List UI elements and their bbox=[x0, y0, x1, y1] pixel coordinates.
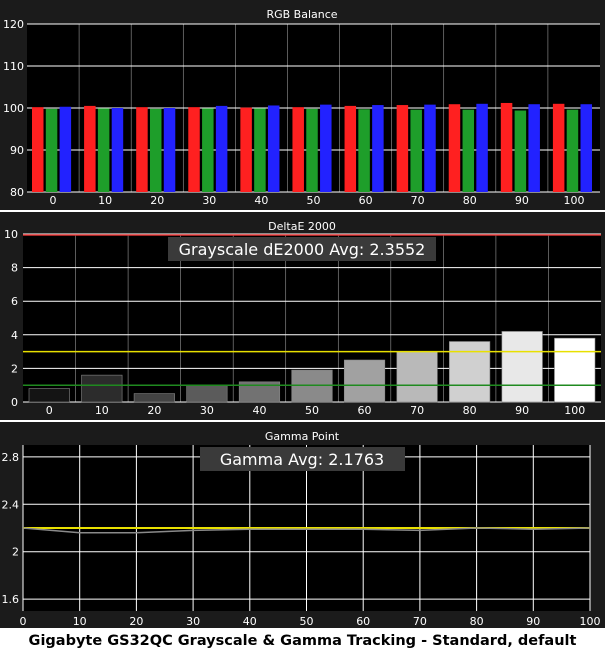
y-tick-label: 2 bbox=[11, 362, 18, 375]
x-tick-label: 50 bbox=[305, 404, 319, 417]
x-tick-label: 60 bbox=[356, 615, 370, 628]
bar-red bbox=[240, 107, 252, 192]
chart-title: Gamma Point bbox=[265, 430, 340, 443]
bar-green bbox=[254, 108, 266, 192]
x-tick-label: 0 bbox=[46, 404, 53, 417]
y-tick-label: 90 bbox=[10, 144, 24, 157]
bar-blue bbox=[528, 104, 540, 192]
bar-red bbox=[292, 107, 304, 192]
y-tick-label: 4 bbox=[11, 329, 18, 342]
bar-green bbox=[97, 108, 110, 192]
y-tick-label: 1.6 bbox=[2, 593, 20, 606]
x-tick-label: 70 bbox=[411, 194, 425, 207]
x-tick-label: 20 bbox=[129, 615, 143, 628]
x-tick-label: 20 bbox=[147, 404, 161, 417]
bar-blue bbox=[111, 108, 124, 192]
bar-deltae bbox=[133, 393, 175, 403]
bar-deltae bbox=[186, 384, 228, 403]
x-tick-label: 30 bbox=[202, 194, 216, 207]
x-tick-label: 90 bbox=[526, 615, 540, 628]
x-tick-label: 50 bbox=[307, 194, 321, 207]
bar-green bbox=[410, 109, 422, 192]
annotation-text: Grayscale dE2000 Avg: 2.3552 bbox=[179, 240, 426, 259]
x-tick-label: 50 bbox=[300, 615, 314, 628]
y-tick-label: 100 bbox=[3, 102, 24, 115]
bar-blue bbox=[372, 105, 384, 192]
annotation-text: Gamma Avg: 2.1763 bbox=[220, 450, 384, 469]
y-tick-label: 120 bbox=[3, 18, 24, 31]
x-tick-label: 30 bbox=[186, 615, 200, 628]
x-tick-label: 100 bbox=[564, 404, 585, 417]
chart-title: RGB Balance bbox=[266, 8, 337, 21]
x-tick-label: 80 bbox=[463, 404, 477, 417]
bar-red bbox=[188, 107, 200, 192]
chart-stage: RGB BalanceDeltaE 2000Gamma Point8090100… bbox=[0, 0, 605, 628]
figure-caption: Gigabyte GS32QC Grayscale & Gamma Tracki… bbox=[28, 633, 577, 649]
chart-title: DeltaE 2000 bbox=[268, 220, 336, 233]
x-tick-label: 20 bbox=[150, 194, 164, 207]
y-tick-label: 2 bbox=[12, 546, 19, 559]
y-tick-label: 110 bbox=[3, 60, 24, 73]
bar-red bbox=[552, 103, 565, 192]
bar-deltae bbox=[343, 359, 386, 403]
bar-blue bbox=[476, 103, 488, 192]
bar-blue bbox=[580, 104, 593, 192]
x-tick-label: 10 bbox=[73, 615, 87, 628]
bar-deltae bbox=[396, 351, 438, 403]
bar-green bbox=[202, 108, 214, 192]
bar-green bbox=[306, 108, 318, 192]
bar-blue bbox=[320, 104, 332, 192]
x-tick-label: 100 bbox=[580, 615, 601, 628]
x-tick-label: 60 bbox=[359, 194, 373, 207]
x-tick-label: 90 bbox=[515, 194, 529, 207]
bar-red bbox=[396, 105, 409, 192]
bar-deltae bbox=[291, 369, 333, 403]
bar-deltae bbox=[449, 341, 491, 403]
x-tick-label: 0 bbox=[50, 194, 57, 207]
bar-blue bbox=[215, 105, 228, 192]
x-tick-label: 30 bbox=[200, 404, 214, 417]
bar-green bbox=[462, 109, 475, 192]
bar-red bbox=[32, 107, 44, 192]
x-tick-label: 60 bbox=[358, 404, 372, 417]
y-tick-label: 2.4 bbox=[2, 498, 20, 511]
y-tick-label: 8 bbox=[11, 262, 18, 275]
x-tick-label: 80 bbox=[463, 194, 477, 207]
x-tick-label: 10 bbox=[98, 194, 112, 207]
y-tick-label: 0 bbox=[11, 396, 18, 409]
x-tick-label: 40 bbox=[252, 404, 266, 417]
bar-blue bbox=[59, 106, 72, 192]
bar-blue bbox=[424, 104, 436, 192]
bar-red bbox=[344, 105, 357, 192]
x-tick-label: 70 bbox=[410, 404, 424, 417]
x-tick-label: 90 bbox=[515, 404, 529, 417]
bar-red bbox=[500, 102, 513, 192]
bar-blue bbox=[163, 108, 176, 192]
bar-green bbox=[358, 109, 370, 192]
x-tick-label: 0 bbox=[20, 615, 27, 628]
y-tick-label: 6 bbox=[11, 295, 18, 308]
y-tick-label: 10 bbox=[4, 228, 18, 241]
x-tick-label: 40 bbox=[243, 615, 257, 628]
bar-deltae bbox=[501, 331, 543, 403]
x-tick-label: 80 bbox=[470, 615, 484, 628]
bar-red bbox=[136, 107, 148, 192]
bar-green bbox=[45, 108, 58, 192]
x-tick-label: 100 bbox=[563, 194, 584, 207]
bar-red bbox=[84, 105, 96, 192]
bar-deltae bbox=[554, 337, 596, 403]
bar-red bbox=[448, 104, 461, 192]
x-tick-label: 40 bbox=[254, 194, 268, 207]
x-tick-label: 70 bbox=[413, 615, 427, 628]
bar-green bbox=[149, 108, 162, 192]
bar-deltae bbox=[81, 374, 123, 403]
x-tick-label: 10 bbox=[95, 404, 109, 417]
y-tick-label: 80 bbox=[10, 186, 24, 199]
bar-deltae bbox=[28, 388, 70, 403]
bar-blue bbox=[267, 105, 280, 192]
bar-green bbox=[566, 109, 579, 192]
y-tick-label: 2.8 bbox=[2, 451, 20, 464]
bar-green bbox=[514, 110, 527, 192]
